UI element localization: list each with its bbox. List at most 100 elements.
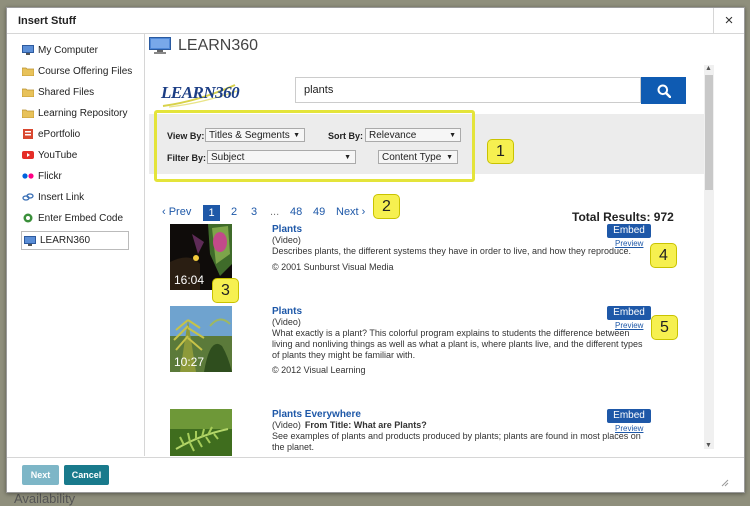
video-thumbnail[interactable]: 10:27 (170, 306, 232, 372)
callout-badge-4: 4 (650, 243, 677, 268)
close-icon: × (724, 12, 734, 29)
result-description: Describes plants, the different systems … (272, 246, 632, 256)
pager-ellipsis: ... (270, 206, 280, 218)
embed-button[interactable]: Embed (607, 306, 651, 320)
sidebar-item-learning-repository[interactable]: Learning Repository (21, 104, 128, 122)
chevron-down-icon: ▼ (293, 132, 300, 139)
embed-code-icon (22, 213, 34, 223)
sidebar-item-label: Insert Link (38, 191, 85, 203)
monitor-icon (24, 235, 36, 246)
sidebar-item-label: Shared Files (38, 86, 95, 98)
pager-next-link[interactable]: Next › (336, 206, 365, 218)
sort-by-select[interactable]: Relevance ▼ (365, 128, 461, 142)
chevron-down-icon: ▼ (446, 154, 453, 161)
embed-button[interactable]: Embed (607, 409, 651, 423)
sidebar-item-label: Flickr (38, 170, 62, 182)
sidebar-item-label: LEARN360 (40, 235, 91, 246)
flickr-icon (22, 171, 34, 181)
highlight-box-filters (154, 110, 475, 182)
sidebar-item-insert-link[interactable]: Insert Link (22, 188, 84, 206)
sidebar-item-enter-embed-code[interactable]: Enter Embed Code (22, 209, 123, 227)
dialog-title: Insert Stuff (18, 15, 77, 27)
result-title-link[interactable]: Plants (272, 306, 302, 317)
view-by-select[interactable]: Titles & Segments ▼ (205, 128, 305, 142)
callout-badge-5: 5 (651, 315, 678, 340)
cancel-button[interactable]: Cancel (64, 465, 109, 485)
results-scrollbar[interactable]: ▲ ▼ (704, 65, 714, 449)
pager-page-2[interactable]: 2 (231, 206, 237, 218)
sidebar-item-label: My Computer (38, 44, 99, 56)
pager-page-49[interactable]: 49 (313, 206, 325, 218)
total-results: Total Results: 972 (572, 210, 674, 224)
result-item: 10:27 Plants (Video) What exactly is a p… (170, 306, 705, 378)
background-bottom-text: Availability (14, 491, 76, 506)
callout-badge-3: 3 (212, 278, 239, 303)
filter-by-select[interactable]: Subject ▼ (207, 150, 356, 164)
sidebar-item-eportfolio[interactable]: ePortfolio (22, 125, 80, 143)
sort-by-value: Relevance (369, 130, 417, 141)
result-item: Plants Everywhere (Video) From Title: Wha… (170, 409, 705, 456)
logo-text: LEARN360 (161, 83, 240, 102)
sort-by-label: Sort By: (328, 131, 364, 141)
result-type: (Video) (272, 317, 301, 327)
result-type: (Video) (272, 235, 301, 245)
preview-link[interactable]: Preview (615, 239, 643, 248)
page-title: LEARN360 (178, 37, 259, 54)
main-panel: LEARN360 LEARN360 plants View By: Titles… (145, 34, 709, 456)
callout-badge-2: 2 (373, 194, 400, 219)
sidebar-item-label: Enter Embed Code (38, 212, 124, 224)
video-duration: 10:27 (174, 355, 205, 369)
scroll-up-arrow-icon[interactable]: ▲ (705, 65, 712, 72)
sidebar-item-shared-files[interactable]: Shared Files (21, 83, 95, 101)
dialog-titlebar: Insert Stuff × (7, 8, 744, 34)
chevron-down-icon: ▼ (344, 154, 351, 161)
search-input[interactable]: plants (295, 77, 641, 103)
insert-stuff-dialog: Insert Stuff × My Computer Course Offeri… (6, 7, 745, 493)
video-duration: 16:04 (174, 273, 205, 287)
embed-button[interactable]: Embed (607, 224, 651, 238)
pager-page-3[interactable]: 3 (251, 206, 257, 218)
youtube-icon (22, 150, 34, 160)
folder-icon (21, 66, 35, 77)
result-media-type: (Video) (272, 420, 301, 430)
sidebar-item-flickr[interactable]: Flickr (22, 167, 62, 185)
content-type-select[interactable]: Content Type ▼ (378, 150, 458, 164)
resize-grip-icon[interactable] (721, 479, 729, 487)
close-button[interactable]: × (713, 8, 744, 33)
result-media-type: (Video) (272, 235, 301, 245)
result-description: What exactly is a plant? This colorful p… (272, 328, 643, 360)
result-item: 16:04 Plants (Video) Describes plants, t… (170, 224, 705, 294)
result-title-link[interactable]: Plants (272, 224, 302, 235)
dialog-footer: Next Cancel (7, 457, 744, 493)
video-thumbnail[interactable] (170, 409, 232, 456)
sidebar-item-label: YouTube (38, 149, 78, 161)
pager-page-1[interactable]: 1 (203, 205, 220, 221)
sidebar-item-youtube[interactable]: YouTube (22, 146, 77, 164)
sidebar-item-course-offering-files[interactable]: Course Offering Files (21, 62, 133, 80)
sidebar-item-label: Course Offering Files (38, 65, 133, 77)
next-button[interactable]: Next (22, 465, 59, 485)
scrollbar-thumb[interactable] (705, 75, 713, 190)
result-copyright: © 2001 Sunburst Visual Media (272, 262, 394, 272)
eportfolio-icon (22, 129, 34, 139)
search-button[interactable] (641, 77, 686, 104)
sidebar-item-learn360[interactable]: LEARN360 (21, 231, 129, 250)
content-type-value: Content Type (382, 152, 442, 163)
result-from-title: From Title: What are Plants? (304, 420, 427, 430)
monitor-icon (149, 37, 171, 54)
search-icon (657, 84, 671, 98)
result-copyright: © 2012 Visual Learning (272, 365, 366, 375)
sidebar-item-label: Learning Repository (38, 107, 128, 119)
chevron-down-icon: ▼ (449, 132, 456, 139)
result-title-link[interactable]: Plants Everywhere (272, 409, 361, 420)
pager-page-48[interactable]: 48 (290, 206, 302, 218)
callout-badge-1: 1 (487, 139, 514, 164)
pager-prev-link[interactable]: ‹ Prev (162, 206, 191, 218)
preview-link[interactable]: Preview (615, 424, 643, 433)
view-by-label: View By: (167, 131, 205, 141)
scroll-down-arrow-icon[interactable]: ▼ (705, 442, 712, 449)
sidebar-item-label: ePortfolio (38, 128, 81, 140)
view-by-value: Titles & Segments (209, 130, 290, 141)
preview-link[interactable]: Preview (615, 321, 643, 330)
sidebar-item-my-computer[interactable]: My Computer (22, 41, 98, 59)
